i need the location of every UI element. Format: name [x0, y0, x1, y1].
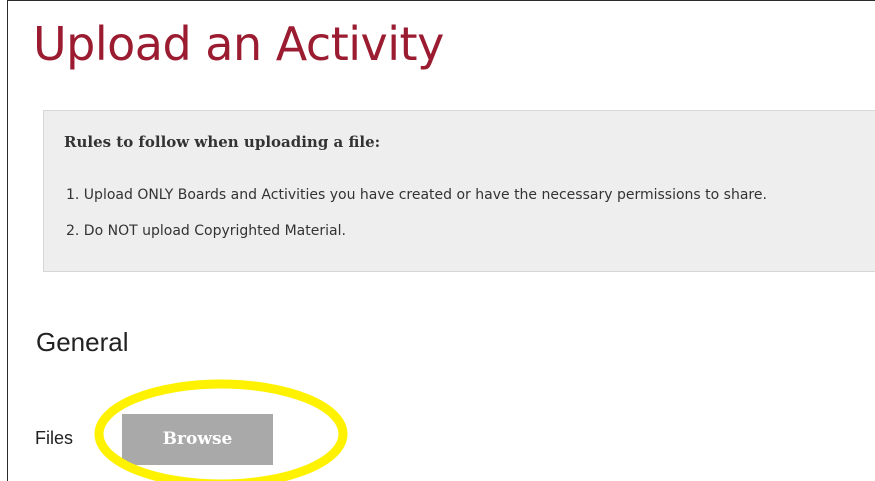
browse-button[interactable]: Browse [122, 414, 273, 465]
page-title: Upload an Activity [33, 17, 444, 71]
upload-rules-box: Rules to follow when uploading a file: 1… [43, 110, 875, 272]
frame-top-border [7, 0, 875, 1]
upload-activity-page: Upload an Activity Rules to follow when … [0, 0, 875, 481]
rule-item-1: 1. Upload ONLY Boards and Activities you… [66, 187, 767, 203]
required-marker: * [96, 425, 103, 444]
rule-item-2: 2. Do NOT upload Copyrighted Material. [66, 223, 346, 239]
files-label: Files [35, 428, 74, 448]
rules-heading: Rules to follow when uploading a file: [64, 133, 381, 151]
frame-left-border [7, 0, 8, 481]
general-section-heading: General [36, 327, 129, 357]
rules-list: 1. Upload ONLY Boards and Activities you… [44, 177, 767, 249]
